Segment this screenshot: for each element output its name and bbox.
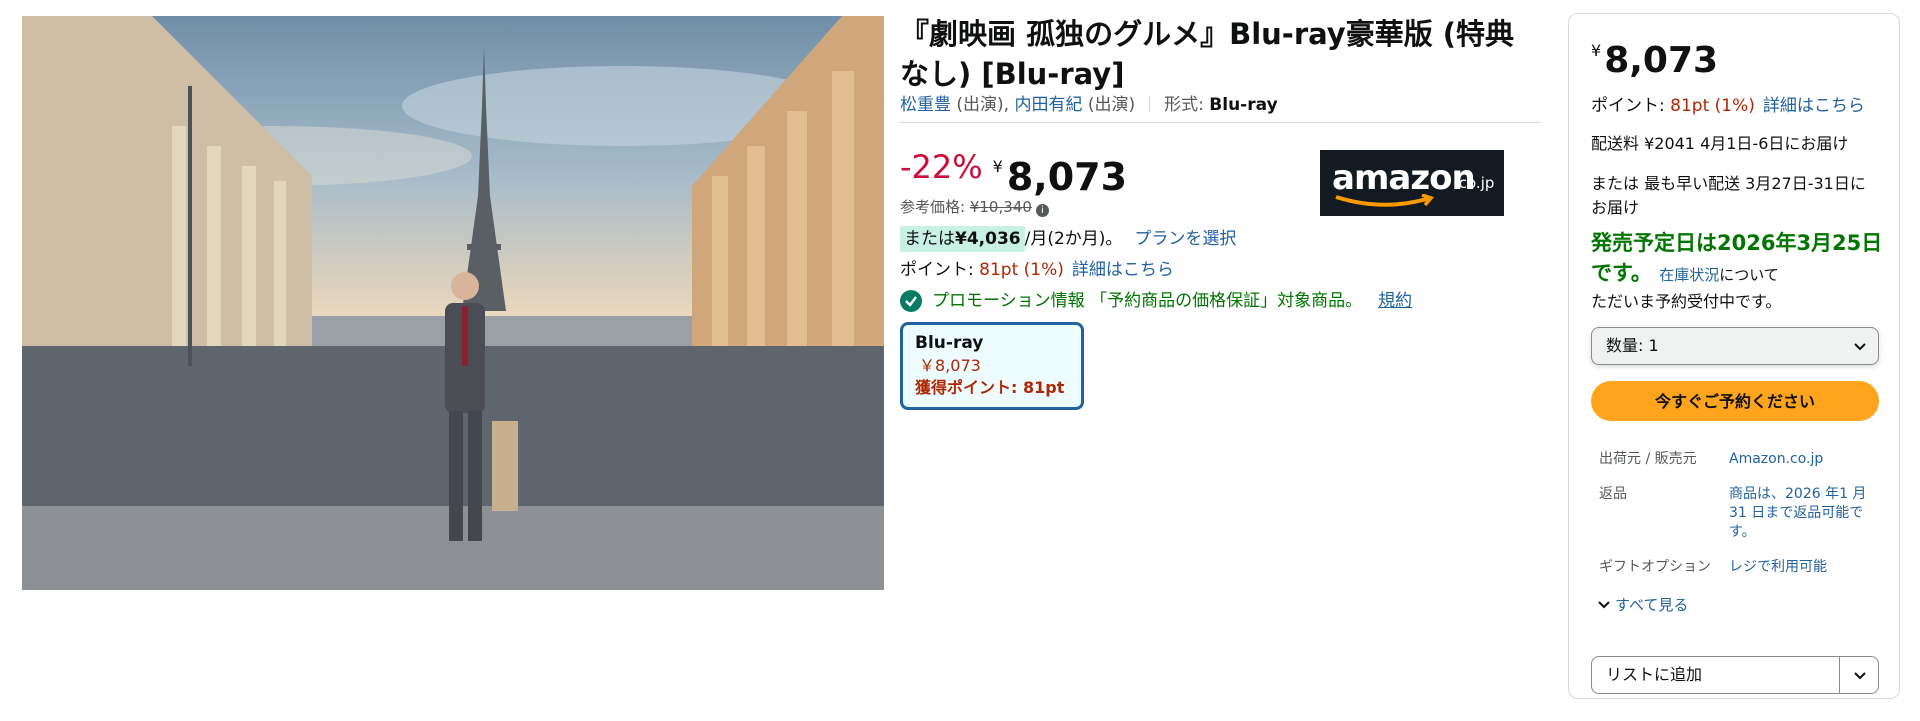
promo-text: プロモーション情報 「予約商品の価格保証」対象商品。 [932, 291, 1363, 311]
format-option-price: ￥8,073 [919, 356, 981, 375]
product-image[interactable] [22, 16, 884, 590]
format-option-bluray[interactable]: Blu-ray ￥8,073 獲得ポイント: 81pt [900, 322, 1084, 410]
see-all-link[interactable]: すべて見る [1597, 594, 1688, 615]
quantity-select[interactable]: 数量: 1 [1591, 327, 1879, 365]
fastest-delivery-info: または 最も早い配送 3月27日-31日にお届け [1591, 174, 1866, 217]
format-value: Blu-ray [1209, 95, 1278, 115]
installment-row: または¥4,036/月(2か月)。 プランを選択 [900, 226, 1236, 252]
info-icon[interactable]: i [1035, 204, 1049, 217]
chevron-down-icon [1598, 600, 1610, 608]
price-row: -22% ¥8,073 [900, 144, 1127, 199]
amazon-logo: amazon .co.jp [1320, 150, 1504, 216]
buybox-points: ポイント: 81pt (1%) 詳細はこちら [1591, 96, 1865, 116]
buybox-price: ¥8,073 [1591, 40, 1719, 81]
select-plan-link[interactable]: プランを選択 [1134, 226, 1236, 252]
price: ¥8,073 [993, 144, 1127, 200]
scene-illustration [22, 16, 884, 590]
actor-link[interactable]: 内田有紀 [1014, 95, 1082, 115]
reserve-note: ただいま予約受付中です。 [1591, 292, 1782, 311]
gift-option-link[interactable]: レジで利用可能 [1729, 558, 1879, 577]
chevron-down-icon [1854, 343, 1866, 351]
format-option-points: 獲得ポイント: 81pt [915, 378, 1065, 397]
byline: 松重豊 (出演), 内田有紀 (出演) 形式: Blu-ray [900, 94, 1540, 123]
discount-badge: -22% [900, 148, 983, 186]
list-price: 参考価格: ¥10,340 i [900, 196, 1049, 217]
details-table: 出荷元 / 販売元 Amazon.co.jp 返品 商品は、2026 年1 月 … [1599, 450, 1879, 593]
logo-tld: .co.jp [1454, 174, 1495, 192]
add-to-list-button[interactable]: リストに追加 [1591, 656, 1879, 694]
stock-status-link[interactable]: 在庫状況 [1659, 266, 1719, 284]
promo-row: プロモーション情報 「予約商品の価格保証」対象商品。 規約 [900, 288, 1412, 314]
list-price-value: ¥10,340 [969, 198, 1032, 216]
divider [1839, 657, 1840, 693]
preorder-button[interactable]: 今すぐご予約ください [1591, 381, 1879, 421]
installment-chip: または¥4,036 [900, 226, 1025, 252]
divider [1149, 96, 1151, 112]
actor-role: (出演), [951, 95, 1015, 115]
buybox-points-link[interactable]: 詳細はこちら [1763, 96, 1865, 116]
details-row: 返品 商品は、2026 年1 月 31 日まで返品可能です。 [1599, 485, 1879, 542]
actor-link[interactable]: 松重豊 [900, 95, 951, 115]
currency-symbol: ¥ [992, 157, 1003, 176]
smile-arrow-icon [1335, 194, 1434, 207]
points-details-link[interactable]: 詳細はこちら [1072, 260, 1174, 280]
details-row: ギフトオプション レジで利用可能 [1599, 558, 1879, 577]
actor-role: (出演) [1082, 95, 1136, 115]
details-row: 出荷元 / 販売元 Amazon.co.jp [1599, 450, 1879, 469]
list-price-label: 参考価格: [900, 198, 970, 216]
format-option-name: Blu-ray [915, 333, 984, 353]
check-circle-icon [900, 290, 922, 312]
return-policy-link[interactable]: 商品は、2026 年1 月 31 日まで返品可能です。 [1729, 485, 1879, 542]
points-row: ポイント: 81pt (1%) 詳細はこちら [900, 258, 1174, 282]
price-value: 8,073 [1006, 155, 1128, 199]
release-date: 発売予定日は2026年3月25日です。 在庫状況について ただいま予約受付中です… [1591, 228, 1891, 314]
points-value: 81pt (1%) [979, 260, 1064, 280]
chevron-down-icon[interactable] [1852, 667, 1868, 683]
points-label: ポイント: [900, 260, 980, 280]
delivery-info: 配送料 ¥2041 4月1日-6日にお届け [1591, 134, 1849, 153]
buy-box: ¥8,073 ポイント: 81pt (1%) 詳細はこちら 配送料 ¥2041 4… [1568, 13, 1900, 699]
installment-suffix: /月(2か月)。 [1024, 229, 1123, 249]
seller-link[interactable]: Amazon.co.jp [1729, 450, 1879, 469]
terms-link[interactable]: 規約 [1378, 288, 1412, 314]
product-title: 『劇映画 孤独のグルメ』Blu-ray豪華版 (特典なし) [Blu-ray] [900, 17, 1515, 91]
format-label: 形式: [1164, 95, 1210, 115]
